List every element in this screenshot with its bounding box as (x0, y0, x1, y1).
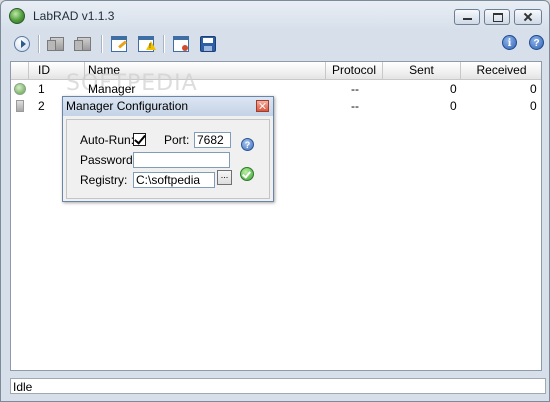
server-button-1[interactable] (46, 33, 68, 55)
column-header-sent[interactable]: Sent (383, 62, 461, 79)
help-icon[interactable]: ? (241, 138, 254, 151)
start-button[interactable] (11, 33, 33, 55)
help-icon[interactable]: ? (529, 35, 544, 50)
toolbar-separator (101, 35, 103, 53)
minimize-icon (455, 10, 479, 24)
port-field[interactable]: 7682 (194, 132, 231, 148)
dialog-title-bar[interactable]: Manager Configuration (63, 97, 273, 116)
row-protocol: -- (351, 82, 359, 96)
column-header-received[interactable]: Received (461, 62, 541, 79)
port-label: Port: (164, 133, 190, 147)
row-received: 0 (530, 99, 537, 113)
column-header-icon[interactable] (11, 62, 29, 79)
edit-config-button[interactable] (108, 33, 130, 55)
toolbar-separator (163, 35, 165, 53)
row-id: 1 (38, 82, 45, 96)
server-icon (47, 37, 64, 51)
save-button[interactable] (197, 33, 219, 55)
labrad-globe-icon (9, 8, 25, 24)
title-bar: LabRAD v1.1.3 (1, 1, 549, 31)
play-icon (14, 36, 30, 52)
server-icon (16, 100, 24, 112)
document-red-icon (173, 36, 189, 52)
globe-icon (14, 83, 26, 95)
manager-configuration-dialog: Manager Configuration Auto-Run: Port: 76… (62, 96, 274, 202)
window-title: LabRAD v1.1.3 (33, 9, 115, 23)
registry-label: Registry: (80, 173, 128, 187)
status-text: Idle (13, 380, 33, 394)
close-icon (515, 10, 541, 24)
labrad-window: LabRAD v1.1.3 i ? ID Name Protocol Sent … (0, 0, 550, 402)
warning-document-icon (138, 36, 156, 52)
status-bar: Idle (10, 378, 546, 394)
close-button[interactable] (514, 9, 542, 25)
table-row[interactable]: 1 Manager -- 0 0 (11, 81, 541, 97)
document-button[interactable] (170, 33, 192, 55)
maximize-button[interactable] (484, 9, 510, 25)
edit-document-icon (111, 36, 127, 52)
autorun-label: Auto-Run: (80, 133, 135, 147)
row-name: Manager (88, 82, 136, 96)
column-header-protocol[interactable]: Protocol (326, 62, 383, 79)
row-sent: 0 (450, 82, 457, 96)
password-field[interactable] (133, 152, 230, 168)
minimize-button[interactable] (454, 9, 480, 25)
info-icon[interactable]: i (502, 35, 517, 50)
ok-icon[interactable] (240, 167, 254, 181)
autorun-checkbox[interactable] (133, 133, 146, 146)
warning-button[interactable] (135, 33, 157, 55)
save-icon (200, 36, 216, 52)
row-id: 2 (38, 99, 45, 113)
row-protocol: -- (351, 99, 359, 113)
browse-button[interactable]: ... (217, 170, 232, 185)
server-icon (74, 37, 91, 51)
password-label: Password: (80, 153, 137, 167)
row-sent: 0 (450, 99, 457, 113)
toolbar: i ? (1, 31, 549, 57)
dialog-title: Manager Configuration (66, 99, 189, 113)
maximize-icon (485, 10, 509, 24)
dialog-close-button[interactable] (256, 100, 269, 112)
server-button-2[interactable] (73, 33, 95, 55)
toolbar-separator (38, 35, 40, 53)
registry-field[interactable]: C:\softpedia (133, 172, 215, 188)
row-received: 0 (530, 82, 537, 96)
